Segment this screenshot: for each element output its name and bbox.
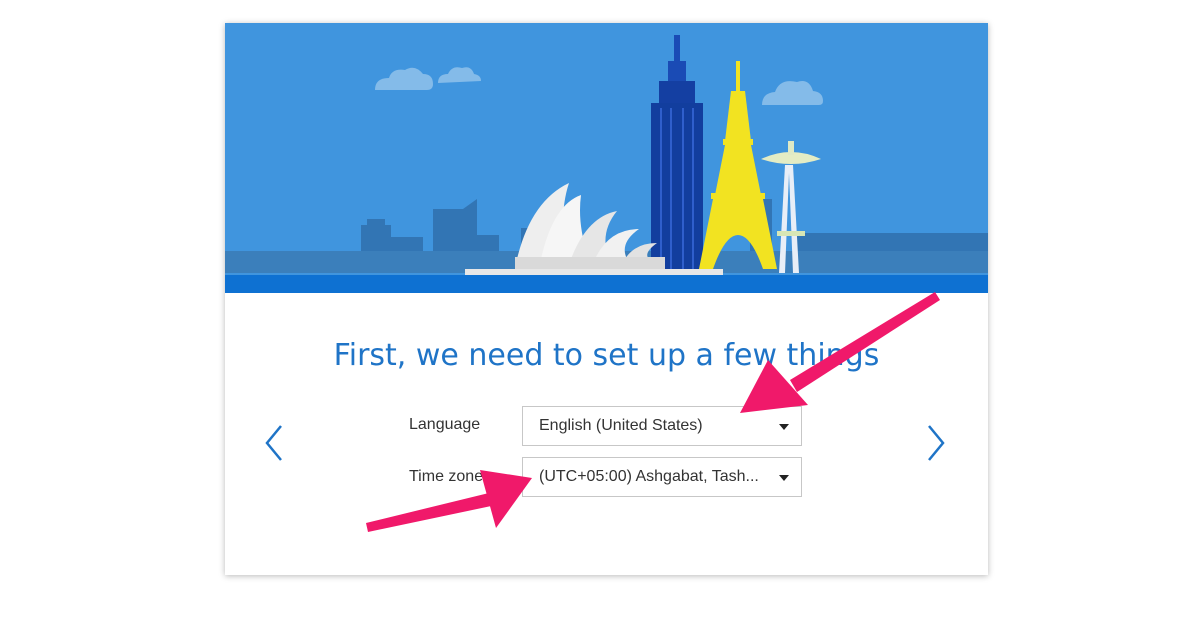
timezone-select-value: (UTC+05:00) Ashgabat, Tash... [539,468,759,485]
language-label: Language [409,416,481,433]
chevron-left-icon [265,425,282,461]
dropdown-caret-icon [779,475,789,481]
language-select[interactable]: English (United States) [522,406,802,446]
setup-dialog: First, we need to set up a few things La… [225,23,988,575]
timezone-label: Time zone [409,468,484,485]
page-title: First, we need to set up a few things [333,338,880,373]
city-landmarks-illustration [225,23,988,293]
next-button[interactable] [917,418,957,468]
back-button[interactable] [255,418,295,468]
timezone-select[interactable]: (UTC+05:00) Ashgabat, Tash... [522,457,802,497]
chevron-right-icon [928,425,945,461]
language-select-value: English (United States) [539,417,703,434]
dropdown-caret-icon [779,424,789,430]
